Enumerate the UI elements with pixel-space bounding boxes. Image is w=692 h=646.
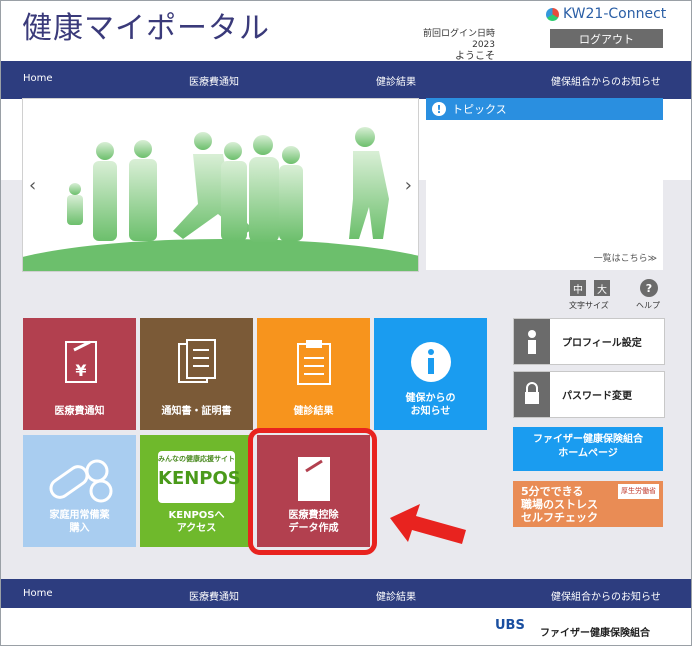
- footer-nav-announcements[interactable]: 健保組合からのお知らせ: [551, 588, 661, 603]
- tile-label: 健診結果: [293, 406, 334, 417]
- kw21-logo-icon: [546, 7, 559, 21]
- text-size-label: 文字サイズ: [569, 301, 609, 310]
- highlight-annotation: [248, 428, 377, 555]
- site-title: 健康マイポータル: [22, 11, 270, 46]
- help-button[interactable]: ?: [640, 279, 658, 297]
- profile-settings-label: プロフィール設定: [562, 338, 642, 349]
- tile-label-line1: 健保からの: [405, 393, 456, 404]
- info-alert-icon: !: [432, 102, 446, 116]
- mhlw-badge: 厚生労働省: [618, 484, 659, 499]
- last-login-text: 前回ログイン日時 2023: [422, 29, 495, 50]
- password-change-button[interactable]: パスワード変更: [513, 371, 665, 418]
- pfizer-line2: ホームページ: [558, 448, 618, 459]
- top-nav: Home 医療費通知 健診結果 健保組合からのお知らせ: [1, 61, 691, 99]
- brand-name: KW21-Connect: [563, 6, 667, 22]
- kenpos-logo-text: KENPOS: [158, 468, 241, 489]
- carousel-next-icon[interactable]: ›: [405, 175, 412, 196]
- tile-label-line2: お知らせ: [410, 406, 451, 417]
- tile-medical-notice[interactable]: ¥ 医療費通知: [23, 318, 136, 430]
- profile-settings-button[interactable]: プロフィール設定: [513, 318, 665, 365]
- text-size-medium-button[interactable]: 中: [570, 280, 586, 296]
- pfizer-line1: ファイザー健康保険組合: [533, 434, 643, 445]
- stress-line3: セルフチェック: [521, 511, 598, 524]
- topics-more-link[interactable]: 一覧はこちら≫: [594, 251, 657, 264]
- logout-button[interactable]: ログアウト: [550, 29, 663, 48]
- text-size-large-button[interactable]: 大: [594, 280, 610, 296]
- person-icon: [514, 319, 550, 364]
- kenpos-logo: みんなの健康応援サイト KENPOS: [158, 451, 241, 503]
- footer-nav-checkup[interactable]: 健診結果: [376, 588, 416, 603]
- brand-logo: KW21-Connect: [546, 6, 666, 22]
- yen-document-icon: ¥: [64, 340, 97, 383]
- nav-home[interactable]: Home: [23, 73, 53, 84]
- topics-panel: ! トピックス 一覧はこちら≫: [426, 98, 663, 270]
- kenpos-tagline: みんなの健康応援サイト: [158, 455, 235, 463]
- tile-documents[interactable]: 通知書・証明書: [140, 318, 253, 430]
- tile-announcements[interactable]: 健保からの お知らせ: [374, 318, 487, 430]
- nav-checkup[interactable]: 健診結果: [376, 73, 416, 88]
- tile-checkup[interactable]: 健診結果: [257, 318, 370, 430]
- tile-kenpos[interactable]: みんなの健康応援サイト KENPOS KENPOSへ アクセス: [140, 435, 253, 547]
- tile-label: 通知書・証明書: [161, 406, 232, 417]
- help-label: ヘルプ: [636, 301, 660, 310]
- topics-header: ! トピックス: [426, 98, 663, 120]
- tile-label: 医療費通知: [54, 406, 105, 417]
- tile-label: 健保からの お知らせ: [374, 392, 487, 418]
- stress-line2: 職場のストレス: [521, 498, 598, 511]
- lock-icon: [514, 372, 550, 417]
- red-arrow-icon: [390, 504, 466, 544]
- pills-icon: [48, 459, 112, 503]
- footer-nav-medical-notice[interactable]: 医療費通知: [189, 588, 239, 603]
- footer-org-name: ファイザー健康保険組合: [540, 628, 650, 639]
- password-change-label: パスワード変更: [562, 391, 632, 402]
- tile-label-line1: KENPOSへ: [168, 510, 225, 521]
- carousel-prev-icon[interactable]: ‹: [29, 175, 36, 196]
- info-icon: [410, 342, 451, 382]
- footer-nav-home[interactable]: Home: [23, 588, 53, 599]
- pfizer-homepage-button[interactable]: ファイザー健康保険組合 ホームページ: [513, 427, 663, 471]
- documents-icon: [177, 339, 216, 383]
- tile-label-line2: アクセス: [176, 523, 217, 534]
- bottom-nav: Home 医療費通知 健診結果 健保組合からのお知らせ: [1, 579, 691, 608]
- tile-label-line1: 家庭用常備薬: [49, 510, 110, 521]
- ubs-logo: UBS: [495, 618, 525, 633]
- tile-label: 家庭用常備薬 購入: [23, 509, 136, 535]
- clipboard-icon: [296, 340, 331, 385]
- nav-announcements[interactable]: 健保組合からのお知らせ: [551, 73, 661, 88]
- hero-banner: ‹ ›: [22, 98, 419, 272]
- stress-check-banner[interactable]: 厚生労働省 5分でできる 職場のストレス セルフチェック: [513, 481, 663, 527]
- people-silhouette-image: [23, 127, 418, 271]
- topics-title: トピックス: [452, 103, 507, 116]
- tile-label: KENPOSへ アクセス: [140, 509, 253, 535]
- svg-text:¥: ¥: [75, 361, 86, 380]
- tile-medicine[interactable]: 家庭用常備薬 購入: [23, 435, 136, 547]
- login-info: 前回ログイン日時 2023 ようこそ: [400, 29, 495, 62]
- nav-medical-notice[interactable]: 医療費通知: [189, 73, 239, 88]
- tile-label-line2: 購入: [69, 523, 90, 534]
